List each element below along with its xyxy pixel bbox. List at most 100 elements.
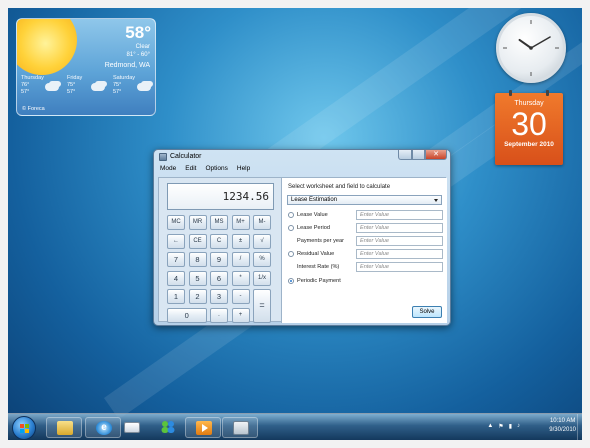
key-7[interactable]: 7: [167, 252, 185, 267]
field-row-periodic-payment: Periodic Payment: [288, 276, 443, 287]
field-label: Lease Value: [297, 212, 328, 218]
radio-lease-period[interactable]: [288, 225, 294, 231]
calculator-body: 1234.56 MC MR MS M+ M- ← CE C ± √ 7 8 9/% 4 5 6 * 1/x 1 2 3-…: [158, 177, 447, 323]
maximize-button[interactable]: [412, 150, 425, 160]
weather-location: Redmond, WA: [104, 62, 150, 69]
forecast-day-name: Friday: [67, 75, 83, 81]
forecast-day: Friday 75° 57°: [63, 75, 109, 105]
forecast-day-name: Saturday: [113, 75, 136, 81]
interest-rate-input[interactable]: Enter Value: [356, 262, 443, 272]
weather-gadget[interactable]: 58° Clear 81° - 60° Redmond, WA Thursday…: [16, 18, 156, 116]
binder-ring: [509, 90, 512, 96]
worksheet-select[interactable]: Lease Estimation: [287, 195, 442, 205]
worksheet-select-value: Lease Estimation: [291, 197, 338, 203]
field-label: Lease Period: [297, 225, 330, 231]
taskbar-media-player[interactable]: [185, 417, 221, 438]
taskbar-explorer[interactable]: [46, 417, 82, 438]
key-c[interactable]: C: [210, 233, 228, 249]
window-controls: ✕: [398, 150, 447, 160]
calendar-month-year: September 2010: [504, 141, 554, 148]
show-desktop-button[interactable]: [577, 414, 582, 440]
panel-heading: Select worksheet and field to calculate: [288, 184, 391, 190]
internet-explorer-icon: e: [96, 421, 112, 435]
title-bar[interactable]: Calculator ✕: [154, 150, 450, 164]
binder-ring: [546, 90, 549, 96]
calculator-icon: [233, 421, 249, 435]
solve-button[interactable]: Solve: [412, 306, 442, 318]
key-plus-minus[interactable]: ±: [231, 233, 250, 249]
lease-period-input[interactable]: Enter Value: [356, 223, 443, 233]
cloud-icon: [45, 83, 59, 91]
key-percent[interactable]: %: [253, 252, 271, 267]
start-button[interactable]: [12, 416, 36, 440]
radio-periodic-payment[interactable]: [288, 278, 294, 284]
menu-options[interactable]: Options: [205, 165, 227, 175]
payments-per-year-input[interactable]: Enter Value: [356, 236, 443, 246]
menu-mode[interactable]: Mode: [160, 165, 176, 175]
clock-tray[interactable]: 10:10 AM 9/30/2010: [549, 417, 576, 435]
media-player-icon: [196, 421, 212, 435]
key-sqrt[interactable]: √: [253, 233, 271, 249]
key-plus[interactable]: +: [231, 307, 250, 323]
radio-residual-value[interactable]: [288, 251, 294, 257]
key-1[interactable]: 1: [167, 289, 185, 304]
key-decimal[interactable]: .: [210, 307, 228, 323]
taskbar: e ▲ ⚑ ▮ ♪ 10:10 AM 9/30/2010: [8, 413, 582, 440]
folder-icon: [57, 421, 73, 435]
key-4[interactable]: 4: [167, 270, 185, 286]
key-2[interactable]: 2: [188, 289, 207, 304]
taskbar-calculator[interactable]: [222, 417, 258, 438]
show-hidden-icons-icon[interactable]: ▲: [487, 423, 493, 430]
weather-temperature: 58°: [125, 23, 151, 42]
key-8[interactable]: 8: [188, 252, 207, 267]
forecast-day: Saturday 75° 57°: [109, 75, 155, 105]
tray-date: 9/30/2010: [549, 427, 576, 433]
key-9[interactable]: 9: [210, 252, 228, 267]
action-center-flag-icon[interactable]: ⚑: [498, 423, 503, 430]
calculator-app-icon: [159, 153, 167, 161]
minimize-button[interactable]: [398, 150, 412, 160]
field-row-residual-value: Residual Value Enter Value: [288, 249, 443, 260]
key-0[interactable]: 0: [167, 307, 207, 323]
key-backspace[interactable]: ←: [167, 233, 185, 249]
network-icon[interactable]: ▮: [509, 423, 512, 430]
key-equals[interactable]: =: [253, 289, 271, 323]
menu-edit[interactable]: Edit: [185, 165, 196, 175]
field-label: Periodic Payment: [297, 278, 341, 284]
residual-value-input[interactable]: Enter Value: [356, 249, 443, 259]
key-6[interactable]: 6: [210, 270, 228, 286]
mail-icon: [124, 422, 140, 433]
key-reciprocal[interactable]: 1/x: [253, 270, 271, 286]
clock-gadget[interactable]: [496, 13, 566, 83]
radio-lease-value[interactable]: [288, 212, 294, 218]
key-ms[interactable]: MS: [210, 215, 228, 230]
close-button[interactable]: ✕: [425, 150, 447, 160]
calendar-day: 30: [511, 106, 547, 142]
key-3[interactable]: 3: [210, 289, 228, 304]
system-tray: ▲ ⚑ ▮ ♪: [487, 423, 520, 430]
calculator-window[interactable]: Calculator ✕ Mode Edit Options Help 1234…: [153, 149, 451, 326]
calendar-gadget[interactable]: Thursday 30 September 2010: [495, 90, 563, 165]
key-5[interactable]: 5: [188, 270, 207, 286]
key-minus[interactable]: -: [231, 289, 250, 304]
lease-value-input[interactable]: Enter Value: [356, 210, 443, 220]
tray-time: 10:10 AM: [549, 418, 576, 424]
taskbar-mail[interactable]: [114, 417, 150, 438]
key-divide[interactable]: /: [231, 252, 250, 267]
clock-face-icon: [503, 20, 559, 76]
volume-icon[interactable]: ♪: [517, 423, 520, 430]
taskbar-messenger[interactable]: [150, 417, 186, 438]
cloud-icon: [91, 83, 105, 91]
key-m-[interactable]: M-: [253, 215, 271, 230]
calculator-display: 1234.56: [167, 183, 274, 210]
menu-help[interactable]: Help: [237, 165, 250, 175]
field-label: Payments per year: [297, 238, 344, 244]
desktop: 58° Clear 81° - 60° Redmond, WA Thursday…: [8, 8, 582, 440]
key-m+[interactable]: M+: [231, 215, 250, 230]
key-ce[interactable]: CE: [188, 233, 207, 249]
key-mc[interactable]: MC: [167, 215, 185, 230]
key-mr[interactable]: MR: [188, 215, 207, 230]
field-row-lease-value: Lease Value Enter Value: [288, 210, 443, 221]
key-multiply[interactable]: *: [231, 270, 250, 286]
messenger-icon: [160, 420, 176, 434]
